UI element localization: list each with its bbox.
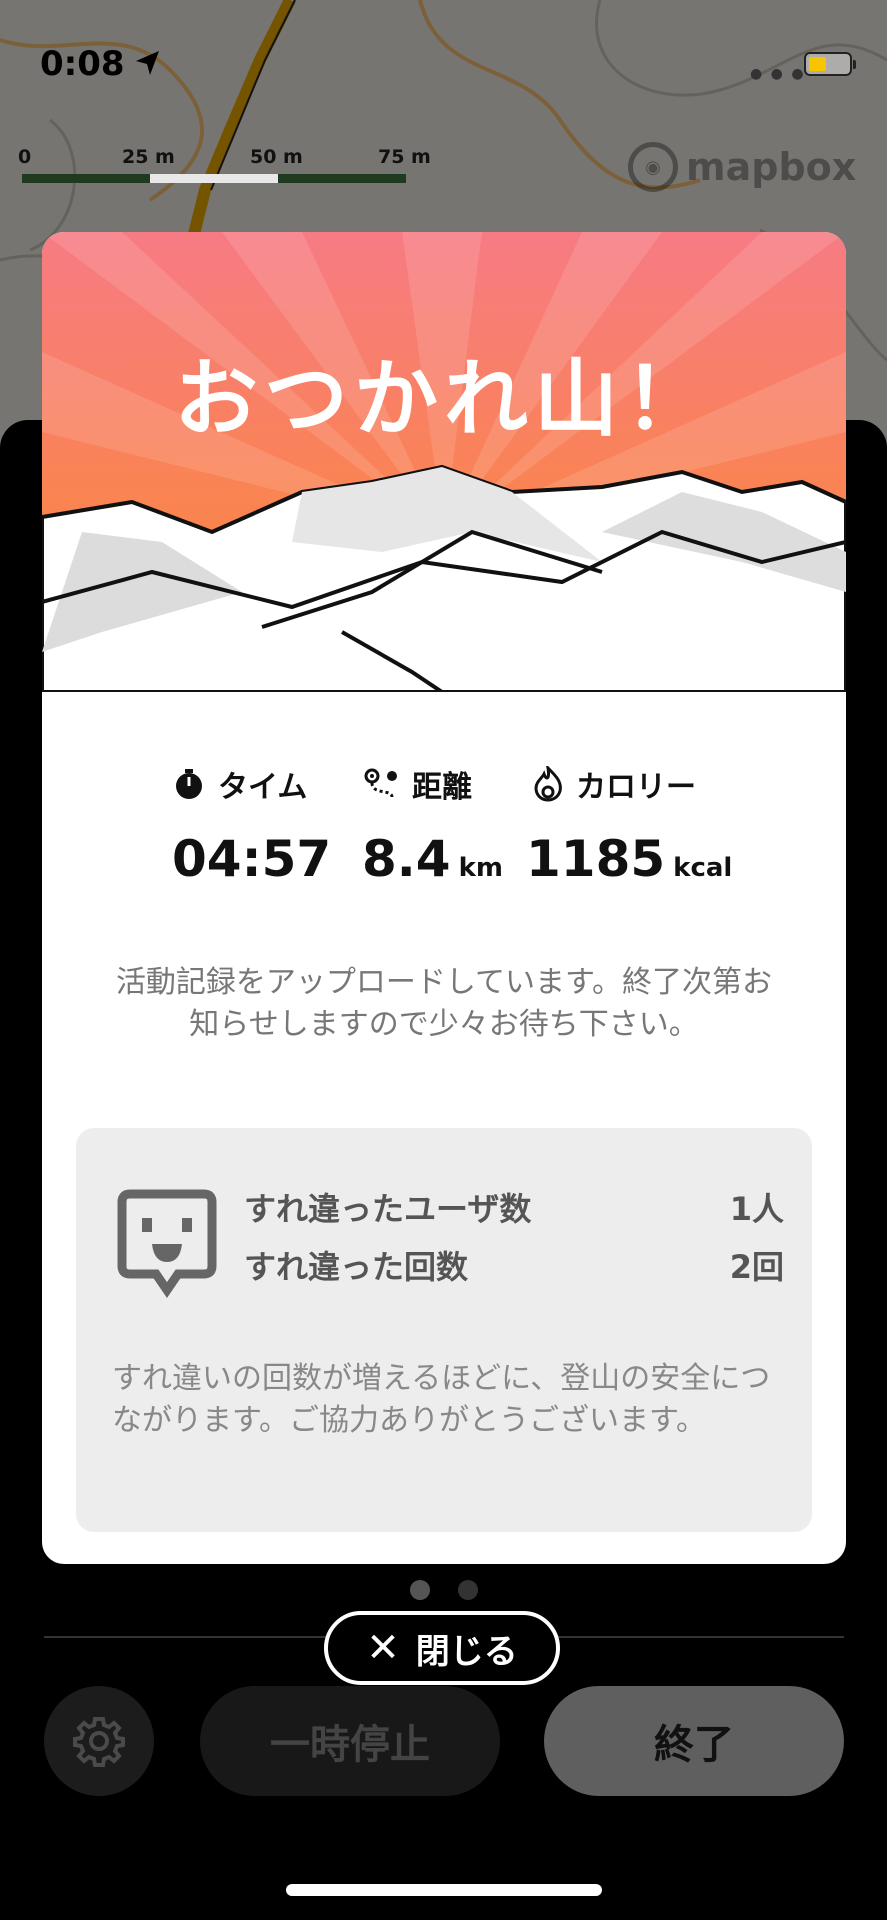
battery-level bbox=[809, 57, 826, 71]
scale-segment bbox=[22, 174, 150, 183]
passing-users-label: すれ違ったユーザ数 bbox=[244, 1190, 532, 1228]
map-scale-bar bbox=[22, 174, 406, 183]
calorie-unit: kcal bbox=[673, 853, 733, 883]
passing-face-icon bbox=[117, 1189, 217, 1298]
signal-icon: ● ● ● bbox=[750, 66, 806, 82]
pause-button[interactable]: 一時停止 bbox=[200, 1686, 500, 1796]
settings-button[interactable] bbox=[44, 1686, 154, 1796]
flame-icon bbox=[534, 766, 562, 802]
battery-icon bbox=[804, 52, 856, 76]
passing-users-value: 1人 bbox=[729, 1190, 784, 1228]
route-icon bbox=[364, 768, 397, 798]
passing-note: すれ違いの回数が増えるほどに、登山の安全につながります。ご協力ありがとうございま… bbox=[112, 1361, 771, 1438]
mapbox-logo: ◉ mapbox bbox=[628, 142, 856, 192]
upload-message: 活動記録をアップロードしています。終了次第お知らせしますので少々お待ち下さい。 bbox=[115, 965, 773, 1042]
finish-button[interactable]: 終了 bbox=[544, 1686, 844, 1796]
stat-time-value: 04:57 bbox=[172, 830, 331, 888]
gear-icon bbox=[73, 1717, 125, 1767]
distance-value: 8.4 bbox=[362, 830, 451, 888]
stat-time-header: タイム bbox=[172, 762, 307, 806]
passing-info-box: すれ違ったユーザ数 1人 すれ違った回数 2回 すれ違いの回数が増えるほどに、登… bbox=[76, 1128, 812, 1532]
scale-label-75: 75 m bbox=[378, 146, 431, 168]
pager-dot[interactable] bbox=[458, 1580, 478, 1600]
distance-unit: km bbox=[458, 853, 503, 883]
summary-card: おつかれ山！ タイム 距離 カロリー 04:57 8.4 km 1185 kca… bbox=[42, 232, 846, 1564]
scale-label-25: 25 m bbox=[122, 146, 175, 168]
stat-calorie-value: 1185 kcal bbox=[526, 830, 732, 888]
location-arrow-icon bbox=[136, 51, 159, 75]
mapbox-mark-icon: ◉ bbox=[628, 142, 678, 192]
hero-illustration bbox=[42, 232, 846, 692]
passing-users-row: すれ違ったユーザ数 1人 bbox=[244, 1184, 784, 1230]
stat-distance-label: 距離 bbox=[412, 770, 472, 805]
scale-label-50: 50 m bbox=[250, 146, 303, 168]
pager-dot-active[interactable] bbox=[410, 1580, 430, 1600]
stat-calorie-header: カロリー bbox=[532, 762, 696, 806]
stat-time-label: タイム bbox=[218, 770, 308, 805]
passing-count-label: すれ違った回数 bbox=[244, 1248, 469, 1286]
stat-calorie-label: カロリー bbox=[576, 770, 696, 805]
close-button[interactable]: ✕ 閉じる bbox=[324, 1611, 560, 1685]
close-button-label: 閉じる bbox=[415, 1631, 518, 1672]
home-indicator bbox=[286, 1884, 602, 1896]
stopwatch-icon bbox=[176, 769, 202, 799]
passing-count-value: 2回 bbox=[729, 1248, 784, 1286]
battery-tip bbox=[853, 60, 856, 69]
scale-segment bbox=[278, 174, 406, 183]
time-value: 04:57 bbox=[172, 830, 332, 888]
passing-count-row: すれ違った回数 2回 bbox=[244, 1242, 784, 1288]
hero-title: おつかれ山！ bbox=[173, 350, 714, 448]
scale-segment bbox=[150, 174, 278, 183]
stat-distance-header: 距離 bbox=[364, 762, 472, 806]
calorie-value: 1185 bbox=[526, 830, 666, 888]
close-icon: ✕ bbox=[366, 1625, 400, 1671]
stat-distance-value: 8.4 km bbox=[362, 830, 503, 888]
status-time: 0:08 bbox=[40, 44, 125, 84]
mapbox-wordmark: mapbox bbox=[686, 145, 857, 189]
scale-label-0: 0 bbox=[18, 146, 32, 168]
